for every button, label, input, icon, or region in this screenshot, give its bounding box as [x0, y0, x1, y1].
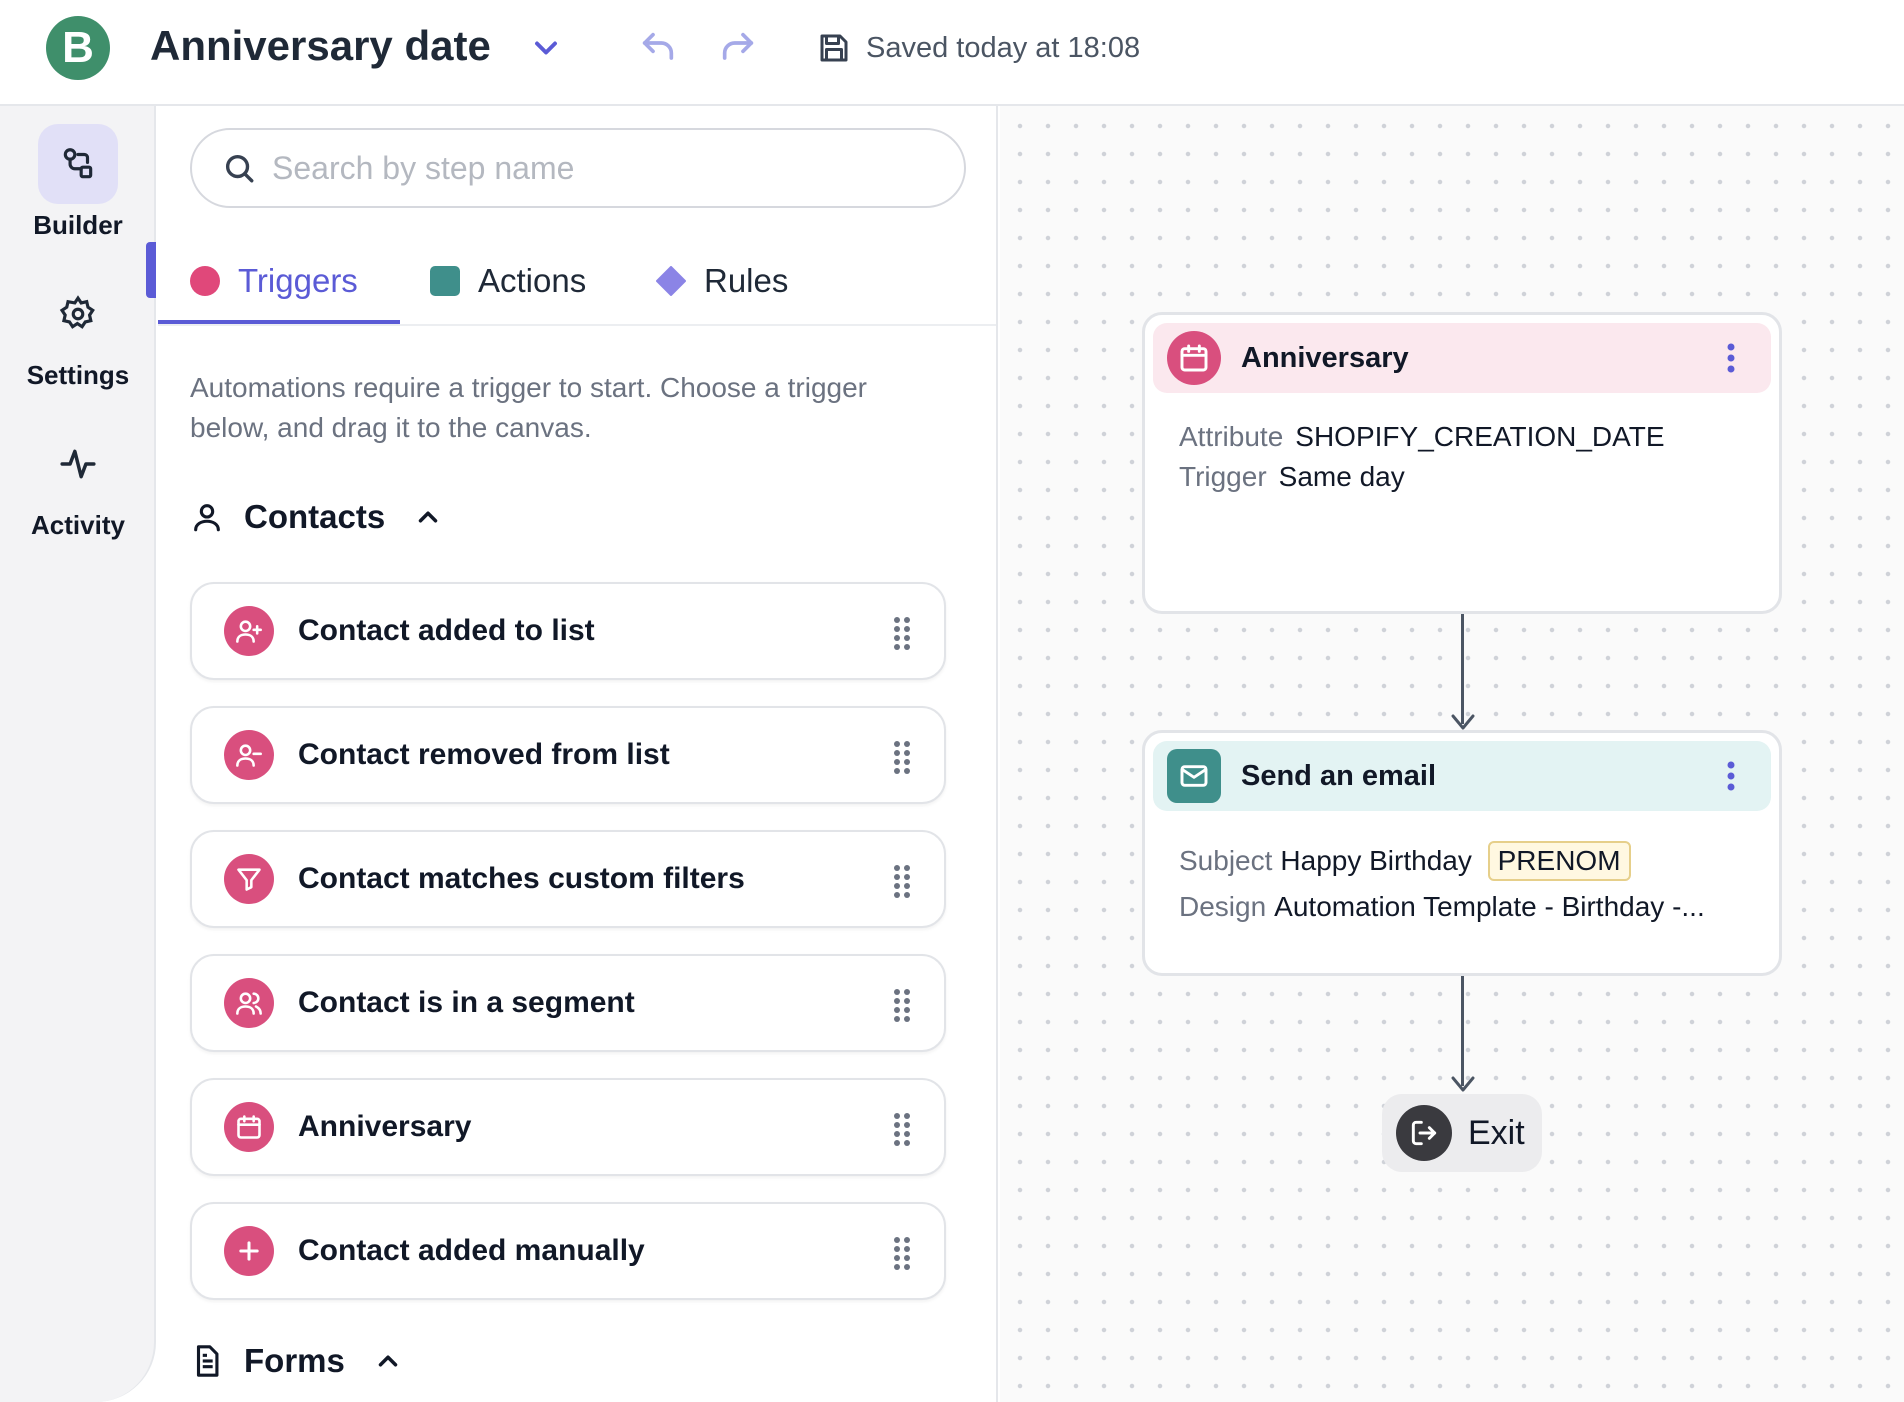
rail-label-settings: Settings — [26, 360, 130, 390]
row-value: Happy Birthday — [1280, 845, 1472, 876]
trigger-card-contact-added-manually[interactable]: Contact added manually — [190, 1202, 946, 1300]
steps-panel: Triggers Actions Rules Automations requi… — [158, 106, 998, 1402]
triggers-dot-icon — [190, 266, 220, 296]
drag-handle-icon[interactable] — [892, 740, 912, 774]
exit-label: Exit — [1468, 1113, 1525, 1152]
plus-icon — [239, 1241, 259, 1261]
search-box[interactable] — [190, 128, 966, 208]
rail-item-activity[interactable]: Activity — [0, 424, 156, 541]
rail-label-builder: Builder — [33, 210, 123, 240]
row-key: Trigger — [1179, 461, 1267, 492]
row-key: Subject — [1179, 845, 1273, 876]
search-input[interactable] — [272, 149, 952, 187]
redo-icon[interactable] — [718, 28, 758, 68]
drag-handle-icon[interactable] — [892, 864, 912, 898]
node-row-subject: Subject Happy Birthday PRENOM — [1179, 841, 1631, 881]
node-row-trigger: Trigger Same day — [1179, 461, 1405, 493]
row-value: SHOPIFY_CREATION_DATE — [1295, 421, 1665, 452]
saved-status: Saved today at 18:08 — [866, 32, 1141, 64]
trigger-label: Contact added to list — [298, 614, 595, 647]
trigger-label: Anniversary — [298, 1110, 472, 1143]
actions-square-icon — [430, 266, 460, 296]
node-row-attribute: Attribute SHOPIFY_CREATION_DATE — [1179, 421, 1665, 453]
user-plus-icon — [236, 620, 262, 643]
node-title: Anniversary — [1241, 341, 1409, 374]
chevron-up-icon[interactable] — [373, 1346, 403, 1376]
builder-icon — [63, 148, 93, 179]
tab-rules[interactable]: Rules — [656, 236, 788, 326]
mail-icon — [1180, 765, 1208, 787]
exit-icon — [1411, 1120, 1437, 1146]
search-icon — [225, 154, 254, 183]
trigger-card-contact-removed-from-list[interactable]: Contact removed from list — [190, 706, 946, 804]
tab-label: Triggers — [238, 262, 358, 299]
users-icon — [236, 992, 262, 1015]
rules-diamond-icon — [656, 266, 686, 296]
row-value: Automation Template - Birthday -... — [1274, 891, 1705, 922]
trigger-card-contact-matches-custom-filters[interactable]: Contact matches custom filters — [190, 830, 946, 928]
tab-triggers[interactable]: Triggers — [190, 236, 358, 326]
undo-icon[interactable] — [638, 28, 678, 68]
trigger-card-anniversary[interactable]: Anniversary — [190, 1078, 946, 1176]
active-rail-indicator — [146, 242, 156, 298]
arrow-down-icon — [1451, 714, 1475, 730]
calendar-icon — [1180, 344, 1208, 372]
drag-handle-icon[interactable] — [892, 616, 912, 650]
tab-label: Rules — [704, 262, 789, 299]
help-text: Automations require a trigger to start. … — [190, 372, 868, 443]
trigger-label: Contact is in a segment — [298, 986, 635, 1019]
rail-item-settings[interactable]: Settings — [0, 274, 156, 391]
tab-label: Actions — [478, 262, 587, 299]
step-type-tabs: Triggers Actions Rules — [158, 236, 996, 326]
row-key: Attribute — [1179, 421, 1284, 452]
activity-icon — [60, 449, 96, 479]
node-row-design: Design Automation Template - Birthday -..… — [1179, 891, 1705, 923]
section-label: Forms — [244, 1342, 345, 1379]
personalization-tag: PRENOM — [1487, 841, 1631, 881]
user-icon — [194, 504, 220, 532]
row-value: Same day — [1278, 461, 1405, 492]
trigger-node-header: Anniversary — [1153, 323, 1771, 393]
calendar-icon — [237, 1115, 261, 1139]
connector-line — [1461, 614, 1464, 724]
gear-icon — [59, 295, 95, 329]
kebab-menu-icon[interactable] — [1727, 343, 1735, 373]
node-title: Send an email — [1241, 759, 1437, 792]
drag-handle-icon[interactable] — [892, 1112, 912, 1146]
drag-handle-icon[interactable] — [892, 988, 912, 1022]
document-icon — [196, 1345, 219, 1377]
trigger-card-contact-is-in-a-segment[interactable]: Contact is in a segment — [190, 954, 946, 1052]
filter-icon — [237, 868, 261, 891]
active-tab-underline — [158, 320, 400, 324]
save-icon — [820, 34, 848, 62]
left-rail: Builder Settings Activity — [0, 106, 156, 1402]
trigger-node-anniversary[interactable]: Anniversary Attribute SHOPIFY_CREATION_DA… — [1142, 312, 1782, 614]
section-label: Contacts — [244, 498, 386, 535]
trigger-label: Contact removed from list — [298, 738, 670, 771]
section-forms[interactable]: Forms — [190, 1342, 403, 1380]
chevron-up-icon[interactable] — [413, 502, 443, 532]
action-node-send-email[interactable]: Send an email Subject Happy Birthday PREN… — [1142, 730, 1782, 976]
action-node-header: Send an email — [1153, 741, 1771, 811]
tab-actions[interactable]: Actions — [430, 236, 586, 326]
chevron-down-icon[interactable] — [528, 30, 564, 66]
top-bar: B Anniversary date Saved today at 18:08 — [0, 0, 1904, 106]
brand-logo[interactable]: B — [46, 16, 110, 80]
user-minus-icon — [236, 744, 262, 767]
kebab-menu-icon[interactable] — [1727, 761, 1735, 791]
connector-line — [1461, 976, 1464, 1086]
row-key: Design — [1179, 891, 1267, 922]
rail-item-builder[interactable]: Builder — [0, 124, 156, 241]
trigger-label: Contact matches custom filters — [298, 862, 745, 895]
trigger-label: Contact added manually — [298, 1234, 645, 1267]
trigger-card-contact-added-to-list[interactable]: Contact added to list — [190, 582, 946, 680]
logo-letter: B — [62, 23, 94, 72]
rail-label-activity: Activity — [31, 510, 125, 540]
exit-node[interactable]: Exit — [1382, 1094, 1542, 1172]
section-contacts[interactable]: Contacts — [190, 498, 443, 536]
automation-title[interactable]: Anniversary date — [150, 22, 491, 70]
arrow-down-icon — [1451, 1076, 1475, 1092]
drag-handle-icon[interactable] — [892, 1236, 912, 1270]
